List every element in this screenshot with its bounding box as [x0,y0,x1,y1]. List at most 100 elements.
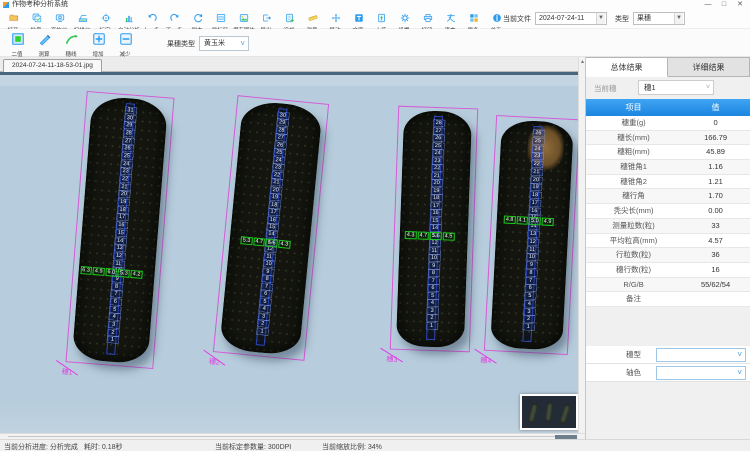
batch-button[interactable]: 批量 [25,10,48,29]
result-row[interactable]: 平均粒高(mm)4.57 [586,234,750,249]
decrease-button[interactable]: 减少 [112,31,139,56]
corn-ear-annotation[interactable]: 2625242322212019181716151413121110987654… [484,115,578,355]
title-bar: 作物考种分析系统 — □ ✕ [0,0,750,10]
settings-button[interactable]: 设置 [393,10,416,29]
minimize-button[interactable]: — [700,0,716,10]
vertical-scrollbar[interactable]: ▲ [578,57,585,433]
result-row[interactable]: 穗重(g)0 [586,116,750,131]
image-file-tab[interactable]: 2024-07-24-11-18-53-01.jpg [3,59,102,72]
open-button[interactable]: 打开 [2,10,25,29]
app-icon [3,2,9,8]
ear-label: 穗3 [386,354,397,364]
result-item-value: 55/62/54 [681,278,750,292]
kernel-number-label: 17 [116,214,127,221]
result-item-value: 33 [681,219,750,233]
result-item-label: R/G/B [586,278,681,292]
result-item-label: 穗锥角2 [586,175,681,189]
kernel-number-label: 23 [272,164,284,171]
current-ear-select[interactable]: 穗1 ˅ [638,80,714,95]
language-button[interactable]: 语言 [439,10,462,29]
kernel-number-label: 4 [108,314,119,321]
result-row[interactable]: 穗锥角11.16 [586,160,750,175]
next-step-button[interactable]: 下一步 [163,10,186,29]
auto-analyze-button[interactable]: 自动分析 [117,10,140,29]
save-image-button[interactable]: 保存图片 [232,10,255,29]
move-button[interactable]: 移动 [324,10,347,29]
kernel-number-label: 14 [266,231,278,238]
kernel-number-label: 7 [428,277,439,283]
append-button[interactable]: 追加 [278,10,301,29]
text-button[interactable]: 文字 [347,10,370,29]
result-row[interactable]: 穗行角1.70 [586,189,750,204]
redo-arrow-icon [170,10,180,28]
result-item-value: 16 [681,263,750,277]
kernel-width-label: 5.0 [529,217,541,226]
ear-shape-select[interactable]: ˅ [656,348,746,362]
calibration-status: 当前标定参数量: 300DPI [215,442,291,451]
kernel-number-label: 15 [115,229,126,236]
corn-ear-annotation[interactable]: 3130292827262524232221201918171615141312… [65,91,174,369]
increase-button[interactable]: 增加 [85,31,112,56]
column-value: 值 [681,99,750,116]
result-row[interactable]: 测量粒数(粒)33 [586,219,750,234]
corn-ear-annotation[interactable]: 3029282726252423222120191817161514131211… [213,95,329,361]
kernel-number-label: 20 [530,176,541,183]
kernel-number-label: 1 [523,324,534,331]
result-row[interactable]: 备注 [586,292,750,307]
result-item-label: 测量粒数(粒) [586,219,681,233]
kernel-number-label: 5 [259,298,271,305]
kernel-number-label: 28 [433,120,444,126]
tab-overall-results[interactable]: 总体结果 [586,57,668,77]
kernel-number-label: 8 [111,283,122,290]
kernel-number-label: 23 [432,157,443,163]
kernel-number-label: 6 [525,285,536,292]
measure-button[interactable]: 测量 [301,10,324,29]
result-row[interactable]: 穗行数(粒)16 [586,263,750,278]
result-row[interactable]: 穗粗(mm)45.89 [586,145,750,160]
compute-button[interactable]: 测算 [31,31,58,56]
scanner-button[interactable]: 扫描仪 [71,10,94,29]
image-viewer-canvas[interactable]: 3130292827262524232221201918171615141312… [0,72,578,433]
ear-line-button[interactable]: 穗线 [58,31,85,56]
bar-chart-icon [124,10,134,28]
kernel-number-label: 12 [113,252,124,259]
more-button[interactable]: 更多 [462,10,485,29]
print-button[interactable]: 打印 [416,10,439,29]
kernel-number-label: 9 [262,268,274,275]
result-item-label: 秃尖长(mm) [586,204,681,218]
result-row[interactable]: 行粒数(粒)36 [586,248,750,263]
result-item-value: 1.70 [681,189,750,203]
info-circle-icon [492,10,502,28]
kernel-number-label: 20 [431,180,442,186]
corn-ear-annotation[interactable]: 2827262524232221201918171615141312111098… [390,106,478,353]
export-button[interactable]: 导出 [255,10,278,29]
calibrate-button[interactable]: 标定 [94,10,117,29]
maximize-button[interactable]: □ [716,0,732,10]
kernel-number-label: 15 [266,224,278,231]
close-button[interactable]: ✕ [732,0,748,10]
duplicate-button[interactable]: 副本 [186,10,209,29]
kernel-number-label: 2 [523,316,534,323]
target-area-button[interactable]: 目标区 [209,10,232,29]
result-row[interactable]: R/G/B55/62/54 [586,278,750,293]
frame-icon [216,10,226,28]
kernel-width-label: 4.2 [130,270,142,279]
doc-camera-button[interactable]: 高拍仪 [48,10,71,29]
current-file-select[interactable]: 2024-07-24-11 ▼ [535,12,607,25]
upload-button[interactable]: 上传 [370,10,393,29]
kernel-number-label: 7 [110,291,121,298]
result-row[interactable]: 秃尖长(mm)0.00 [586,204,750,219]
kernel-width-label: 4.9 [93,267,105,276]
chevron-down-icon: ▼ [674,13,683,24]
type-select[interactable]: 果穗 ▼ [633,12,685,25]
prev-step-button[interactable]: 上一步 [140,10,163,29]
curve-arrow-icon [65,31,79,51]
axis-color-select[interactable]: ˅ [656,366,746,380]
result-row[interactable]: 穗锥角21.21 [586,175,750,190]
kernel-width-label: 5.6 [265,239,277,248]
binarize-button[interactable]: 二值 [4,31,31,56]
tab-detailed-results[interactable]: 详细结果 [668,57,750,77]
results-table: 穗重(g)0穗长(mm)166.79穗粗(mm)45.89穗锥角11.16穗锥角… [586,116,750,307]
ear-type-select[interactable]: 黄玉米 ˅ [199,36,249,51]
result-row[interactable]: 穗长(mm)166.79 [586,131,750,146]
